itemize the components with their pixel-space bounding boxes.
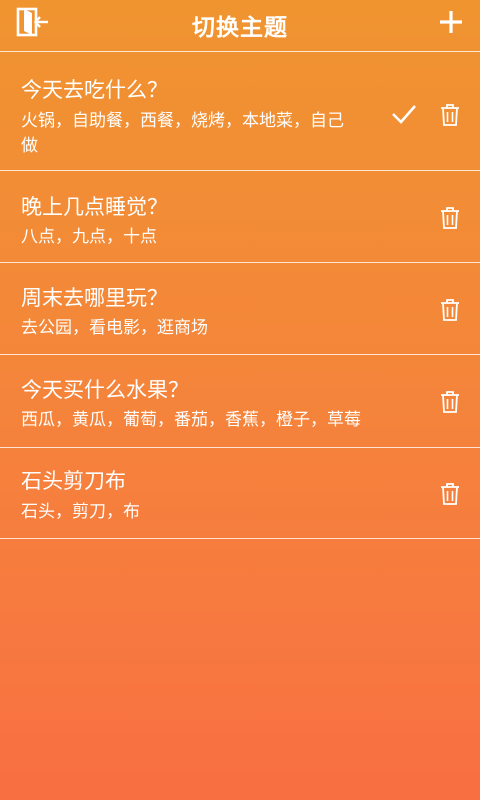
theme-question: 今天买什么水果？ [21, 378, 189, 402]
theme-item-4[interactable]: 今天买什么水果？ 西瓜，黄瓜，葡萄，番茄，香蕉，橙子，草莓 [0, 355, 480, 447]
theme-item-3[interactable]: 周末去哪里玩？ 去公园，看电影，逛商场 [0, 263, 480, 354]
trash-icon[interactable] [439, 298, 461, 322]
page-title: 切换主题 [192, 15, 288, 41]
check-icon [392, 105, 416, 124]
theme-options: 八点，九点，十点 [21, 227, 157, 247]
trash-icon[interactable] [439, 103, 461, 127]
theme-item-1[interactable]: 今天去吃什么？ 火锅，自助餐，西餐，烧烤，本地菜，自己做 [0, 52, 480, 170]
theme-item-2[interactable]: 晚上几点睡觉？ 八点，九点，十点 [0, 171, 480, 262]
theme-question: 周末去哪里玩？ [21, 286, 168, 310]
theme-options: 西瓜，黄瓜，葡萄，番茄，香蕉，橙子，草莓 [21, 410, 361, 430]
trash-icon[interactable] [439, 482, 461, 506]
theme-options: 火锅，自助餐，西餐，烧烤，本地菜，自己做 [21, 111, 344, 156]
theme-question: 今天去吃什么？ [21, 78, 168, 102]
theme-item-5[interactable]: 石头剪刀布 石头，剪刀，布 [0, 448, 480, 538]
theme-question: 石头剪刀布 [21, 469, 126, 493]
divider [0, 538, 480, 539]
theme-question: 晚上几点睡觉？ [21, 195, 168, 219]
theme-options: 去公园，看电影，逛商场 [21, 318, 208, 338]
theme-options: 石头，剪刀，布 [21, 502, 140, 522]
trash-icon[interactable] [439, 390, 461, 414]
plus-icon [440, 11, 462, 33]
add-theme-button[interactable] [436, 7, 466, 37]
trash-icon[interactable] [439, 206, 461, 230]
theme-list: 今天去吃什么？ 火锅，自助餐，西餐，烧烤，本地菜，自己做 晚上几点睡觉？ 八点，… [0, 51, 480, 539]
app-header: 切换主题 [0, 0, 480, 48]
